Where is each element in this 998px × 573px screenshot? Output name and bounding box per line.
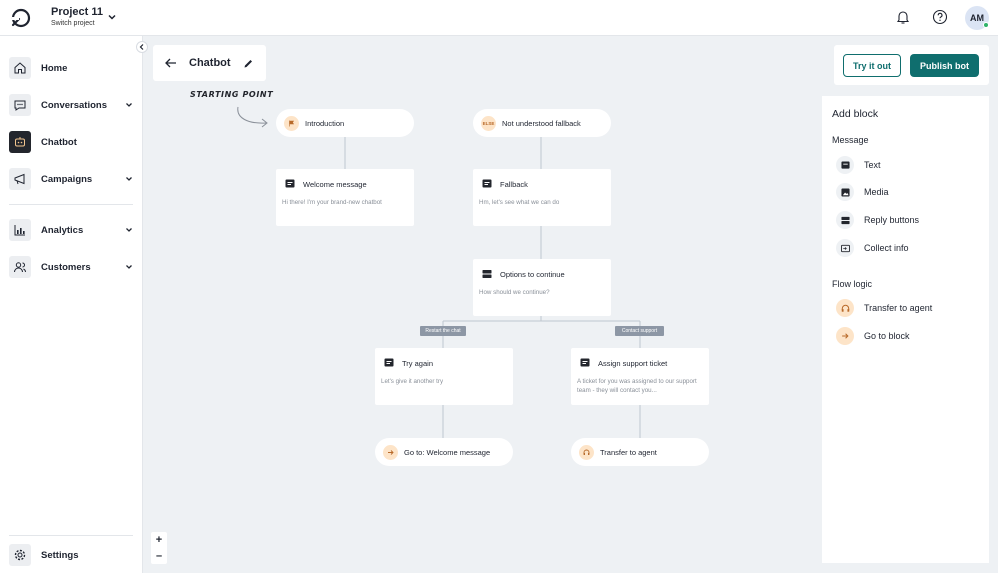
block-preview: Let's give it another try: [381, 378, 444, 385]
starting-point-arrow: [237, 106, 267, 124]
panel-item-label: Transfer to agent: [864, 303, 933, 313]
add-transfer-agent-block[interactable]: Transfer to agent: [836, 299, 932, 317]
edge-label-support: Contact support: [615, 326, 664, 336]
else-badge: ELSE: [481, 115, 496, 131]
zoom-in-button[interactable]: +: [151, 532, 167, 548]
options-block[interactable]: Options to continue How should we contin…: [473, 259, 611, 316]
flag-icon: [284, 115, 299, 131]
reply-buttons-icon: [836, 211, 854, 229]
arrow-right-icon: [383, 444, 398, 460]
sidebar-collapse-button[interactable]: [136, 41, 148, 53]
message-icon: [384, 358, 394, 367]
fallback-entry-node[interactable]: ELSE Not understood fallback: [473, 109, 611, 137]
transfer-agent-node[interactable]: Transfer to agent: [571, 438, 709, 466]
block-preview: Hm, let's see what we can do: [479, 199, 560, 206]
block-title: Assign support ticket: [598, 358, 668, 368]
arrow-right-icon: [836, 327, 854, 345]
node-label: Introduction: [305, 118, 345, 128]
node-label: Not understood fallback: [502, 118, 581, 128]
block-title: Options to continue: [500, 269, 565, 279]
fallback-block[interactable]: Fallback Hm, let's see what we can do: [473, 169, 611, 226]
node-label: Go to: Welcome message: [404, 447, 491, 457]
message-icon: [836, 156, 854, 174]
panel-item-label: Go to block: [864, 331, 910, 341]
headset-icon: [836, 299, 854, 317]
panel-section-message: Message: [832, 135, 869, 145]
add-collect-info-block[interactable]: Collect info: [836, 239, 909, 257]
input-field-icon: [836, 239, 854, 257]
block-preview: Hi there! I'm your brand-new chatbot: [282, 199, 382, 206]
panel-item-label: Reply buttons: [864, 215, 920, 225]
message-icon: [285, 179, 295, 188]
assign-ticket-block[interactable]: Assign support ticket A ticket for you w…: [571, 348, 709, 405]
try-again-block[interactable]: Try again Let's give it another try: [375, 348, 513, 405]
welcome-message-block[interactable]: Welcome message Hi there! I'm your brand…: [276, 169, 414, 226]
add-media-block[interactable]: Media: [836, 183, 889, 201]
panel-section-flow-logic: Flow logic: [832, 279, 873, 289]
block-title: Fallback: [500, 179, 528, 189]
headset-icon: [579, 444, 594, 460]
block-preview: How should we continue?: [479, 289, 550, 296]
node-label: Transfer to agent: [600, 447, 657, 457]
starting-point-label: STARTING POINT: [190, 90, 274, 99]
block-title: Welcome message: [303, 179, 367, 189]
zoom-controls: + –: [151, 532, 167, 564]
chevron-left-icon: [139, 44, 144, 50]
add-reply-buttons-block[interactable]: Reply buttons: [836, 211, 919, 229]
reply-buttons-icon: [482, 270, 492, 278]
goto-welcome-node[interactable]: Go to: Welcome message: [375, 438, 513, 466]
add-text-block[interactable]: Text: [836, 156, 881, 174]
block-preview: A ticket for you was assigned to our sup…: [577, 378, 697, 394]
panel-item-label: Media: [864, 187, 889, 197]
image-icon: [836, 183, 854, 201]
message-icon: [580, 358, 590, 367]
message-icon: [482, 179, 492, 188]
add-go-to-block[interactable]: Go to block: [836, 327, 910, 345]
block-title: Try again: [402, 358, 433, 368]
introduction-node[interactable]: Introduction: [276, 109, 414, 137]
panel-item-label: Text: [864, 160, 881, 170]
zoom-out-button[interactable]: –: [151, 548, 167, 564]
edge-label-restart: Restart the chat: [420, 326, 466, 336]
panel-title: Add block: [832, 108, 879, 120]
panel-item-label: Collect info: [864, 243, 909, 253]
